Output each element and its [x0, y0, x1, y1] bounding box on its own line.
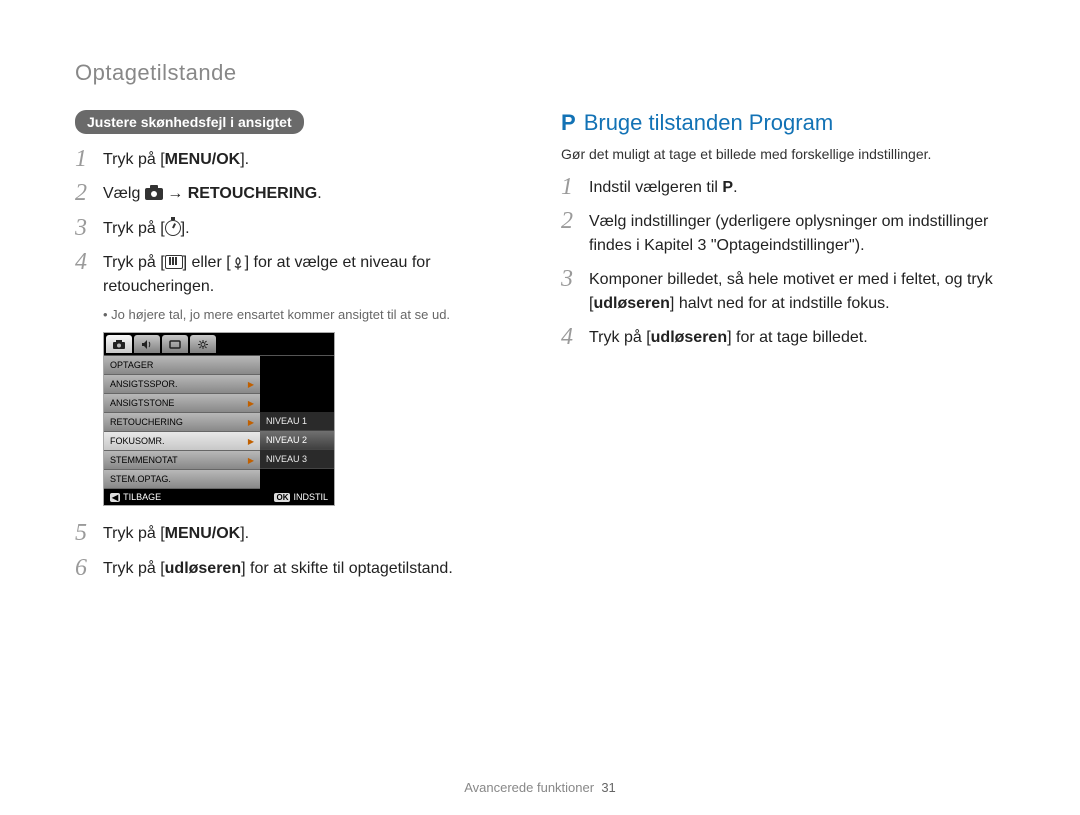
- macro-icon: [231, 256, 245, 270]
- camera-submenu: NIVEAU 1 NIVEAU 2 NIVEAU 3: [260, 356, 334, 489]
- display-tab-icon: [162, 335, 188, 353]
- right-subtitle: Gør det muligt at tage et billede med fo…: [561, 146, 1001, 162]
- camera-menu-item: STEM.OPTAG.: [104, 470, 260, 489]
- step-body: Komponer billedet, så hele motivet er me…: [589, 266, 1001, 316]
- right-step-2: 2 Vælg indstillinger (yderligere oplysni…: [561, 208, 1001, 258]
- program-mode-icon: P: [722, 179, 733, 196]
- step-body: Tryk på [MENU/OK].: [103, 146, 249, 172]
- step-number: 6: [75, 555, 103, 581]
- step-number: 2: [561, 208, 589, 234]
- left-step-5: 5 Tryk på [MENU/OK].: [75, 520, 515, 546]
- step-body: Vælg indstillinger (yderligere oplysning…: [589, 208, 1001, 258]
- timer-icon: [165, 220, 181, 236]
- left-step-3: 3 Tryk på [].: [75, 215, 515, 241]
- camera-menu-item: ANSIGTSTONE▶: [104, 394, 260, 413]
- left-step-2: 2 Vælg → RETOUCHERING.: [75, 180, 515, 206]
- step-number: 1: [561, 174, 589, 200]
- camera-menu-item-selected: FOKUSOMR.▶: [104, 432, 260, 451]
- camera-menu-screenshot: OPTAGER ANSIGTSSPOR.▶ ANSIGTSTONE▶ RETOU…: [103, 332, 335, 506]
- step-number: 4: [75, 249, 103, 275]
- camera-footer-set: OKINDSTIL: [274, 492, 328, 502]
- camera-menu-list: OPTAGER ANSIGTSSPOR.▶ ANSIGTSTONE▶ RETOU…: [104, 356, 260, 489]
- camera-icon: [145, 188, 163, 200]
- camera-menu-item: OPTAGER: [104, 356, 260, 375]
- right-column: P Bruge tilstanden Program Gør det mulig…: [561, 110, 1001, 589]
- step-body: Tryk på [] eller [] for at vælge et nive…: [103, 249, 515, 299]
- step-number: 3: [75, 215, 103, 241]
- camera-menu-item: RETOUCHERING▶: [104, 413, 260, 432]
- camera-tab-icon: [106, 335, 132, 353]
- right-steps: 1 Indstil vælgeren til P. 2 Vælg indstil…: [561, 174, 1001, 351]
- camera-sub-item: NIVEAU 3: [260, 450, 334, 469]
- step-body: Vælg → RETOUCHERING.: [103, 180, 322, 206]
- left-column: Justere skønhedsfejl i ansigtet 1 Tryk p…: [75, 110, 515, 589]
- camera-menu-item: ANSIGTSSPOR.▶: [104, 375, 260, 394]
- camera-footer: ◀TILBAGE OKINDSTIL: [104, 489, 334, 505]
- tele-button-icon: [165, 255, 183, 269]
- page-header: Optagetilstande: [75, 60, 1020, 86]
- step-number: 2: [75, 180, 103, 206]
- step-body: Tryk på [udløseren] for at tage billedet…: [589, 324, 868, 350]
- camera-menu-item: STEMMENOTAT▶: [104, 451, 260, 470]
- step-number: 4: [561, 324, 589, 350]
- program-mode-icon: P: [561, 110, 576, 136]
- right-heading: P Bruge tilstanden Program: [561, 110, 1001, 136]
- right-step-3: 3 Komponer billedet, så hele motivet er …: [561, 266, 1001, 316]
- left-step-6: 6 Tryk på [udløseren] for at skifte til …: [75, 555, 515, 581]
- left-step-4: 4 Tryk på [] eller [] for at vælge et ni…: [75, 249, 515, 299]
- left-steps-cont: 5 Tryk på [MENU/OK]. 6 Tryk på [udløsere…: [75, 520, 515, 581]
- settings-tab-icon: [190, 335, 216, 353]
- sound-tab-icon: [134, 335, 160, 353]
- camera-footer-back: ◀TILBAGE: [110, 492, 161, 502]
- section-pill: Justere skønhedsfejl i ansigtet: [75, 110, 304, 134]
- left-steps: 1 Tryk på [MENU/OK]. 2 Vælg → RETOUCHERI…: [75, 146, 515, 299]
- page-footer: Avancerede funktioner 31: [0, 780, 1080, 795]
- left-step-1: 1 Tryk på [MENU/OK].: [75, 146, 515, 172]
- step-body: Tryk på [].: [103, 215, 190, 241]
- note: Jo højere tal, jo mere ensartet kommer a…: [103, 307, 515, 322]
- page: Optagetilstande Justere skønhedsfejl i a…: [0, 0, 1080, 815]
- right-step-4: 4 Tryk på [udløseren] for at tage billed…: [561, 324, 1001, 350]
- camera-tabs: [104, 333, 334, 355]
- step-body: Tryk på [MENU/OK].: [103, 520, 249, 546]
- step-number: 3: [561, 266, 589, 292]
- right-step-1: 1 Indstil vælgeren til P.: [561, 174, 1001, 200]
- columns: Justere skønhedsfejl i ansigtet 1 Tryk p…: [75, 110, 1020, 589]
- step-body: Indstil vælgeren til P.: [589, 174, 738, 200]
- step-number: 1: [75, 146, 103, 172]
- step-body: Tryk på [udløseren] for at skifte til op…: [103, 555, 453, 581]
- step-number: 5: [75, 520, 103, 546]
- camera-body: OPTAGER ANSIGTSSPOR.▶ ANSIGTSTONE▶ RETOU…: [104, 355, 334, 489]
- camera-sub-item-selected: NIVEAU 2: [260, 431, 334, 450]
- camera-sub-item: NIVEAU 1: [260, 412, 334, 431]
